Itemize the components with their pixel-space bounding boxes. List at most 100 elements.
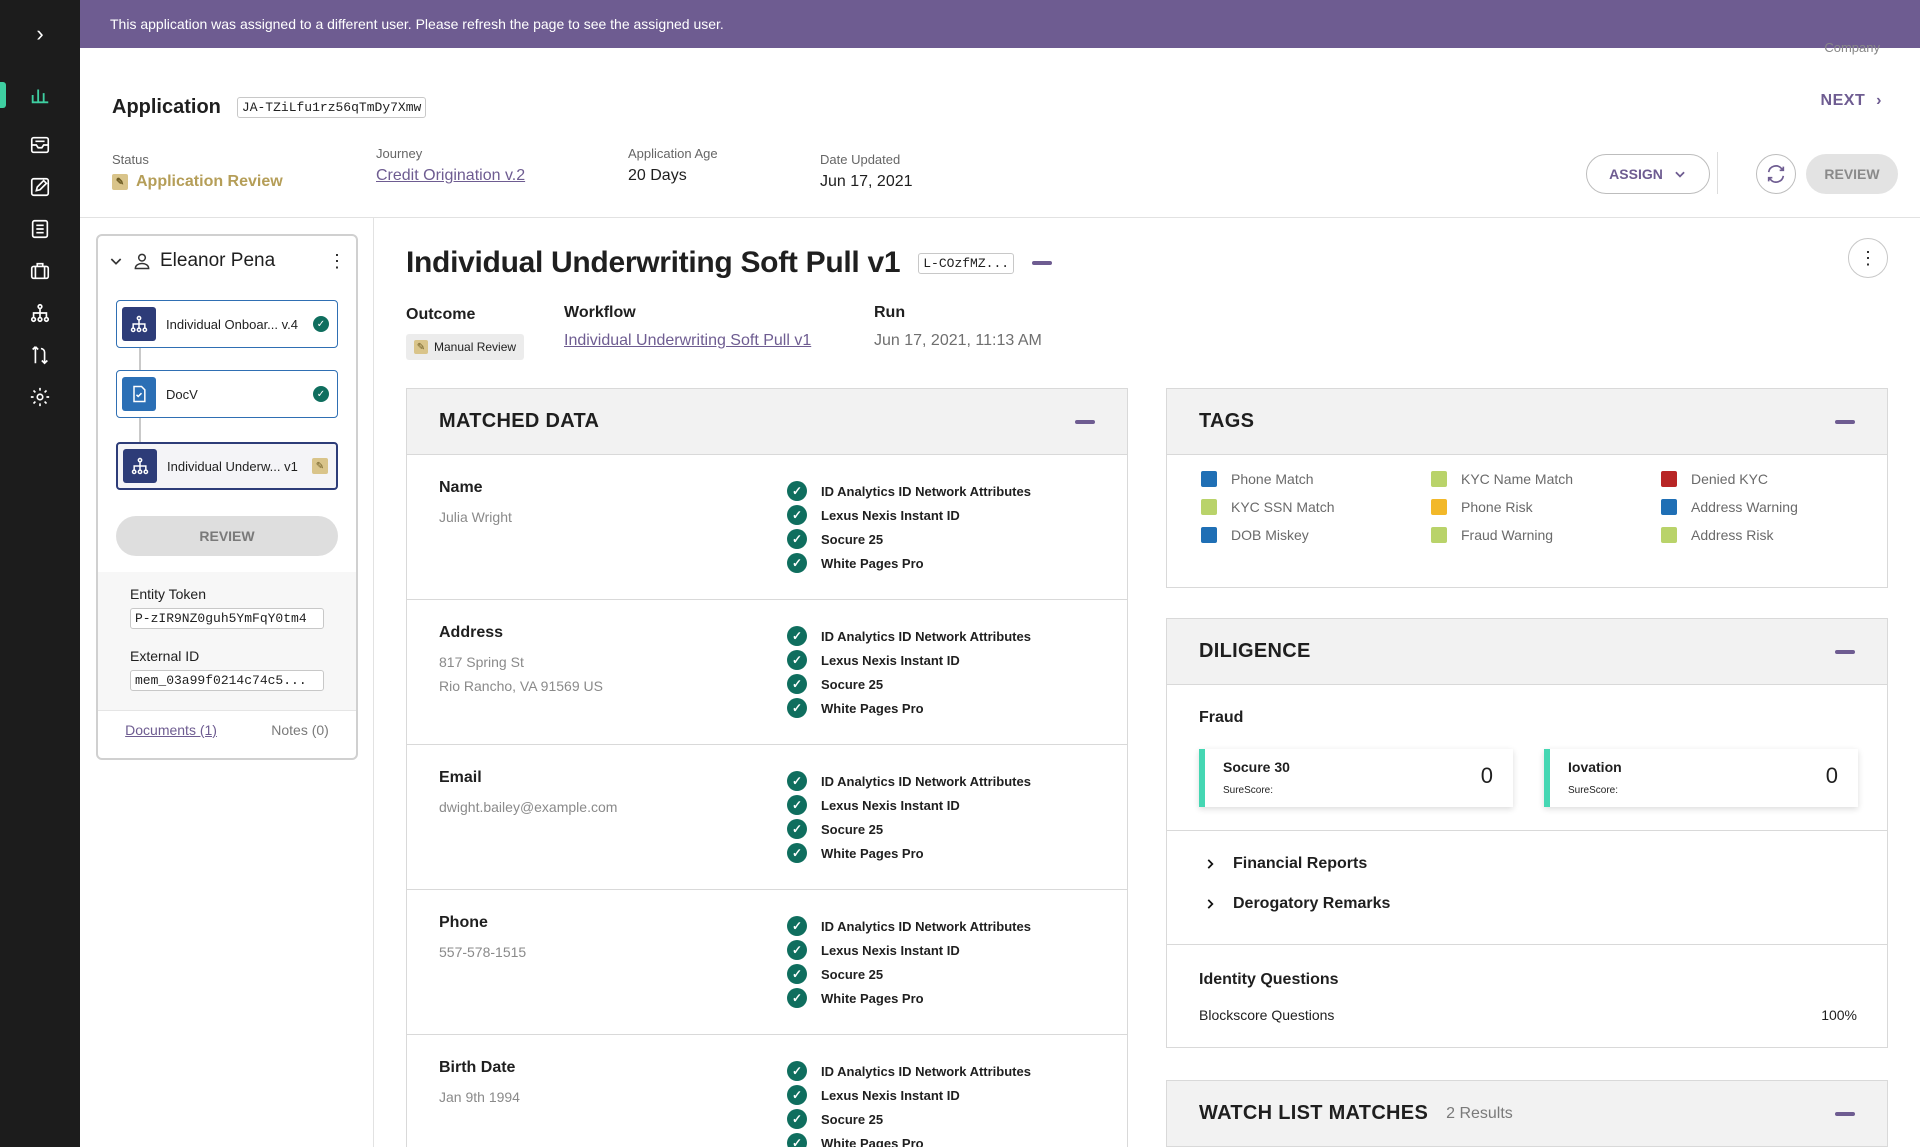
workflow-item-selected[interactable]: Individual Underw... v1 ✎ <box>116 442 338 490</box>
matched-source-label: Socure 25 <box>821 676 884 692</box>
matched-source: ✓ Lexus Nexis Instant ID <box>787 938 1031 962</box>
workflow-label: Workflow <box>564 304 636 321</box>
chevron-right-icon <box>1207 899 1214 909</box>
check-circle-icon: ✓ <box>787 529 807 549</box>
score-card: Socure 30 SureScore: 0 <box>1199 749 1513 807</box>
tag-label: KYC Name Match <box>1461 471 1574 487</box>
score-value: 0 <box>1480 763 1493 788</box>
matched-sources: ✓ ID Analytics ID Network Attributes ✓ Lexu… <box>787 479 1031 575</box>
workflow-link[interactable]: Individual Underwriting Soft Pull v1 <box>564 332 811 350</box>
run-col: Run Jun 17, 2021, 11:13 AM <box>874 304 1042 350</box>
matched-source-label: White Pages Pro <box>821 555 924 571</box>
check-circle-icon: ✓ <box>787 1133 807 1147</box>
workflow-item[interactable]: DocV ✓ <box>116 370 338 418</box>
matched-field-values: 557-578-1515 <box>439 940 526 964</box>
check-circle-icon: ✓ <box>787 843 807 863</box>
derogatory-remarks-toggle[interactable]: Derogatory Remarks <box>1203 895 1390 913</box>
collapse-icon[interactable] <box>1835 419 1855 424</box>
entity-token-label: Entity Token <box>130 586 207 602</box>
workflow-label: Individual Onboar... v.4 <box>166 316 299 332</box>
tag-label: Phone Match <box>1231 471 1314 487</box>
application-id[interactable]: JA-TZiLfu1rz56qTmDy7Xmw <box>236 97 427 118</box>
matched-source: ✓ White Pages Pro <box>787 986 1031 1010</box>
collapse-icon[interactable] <box>1032 261 1053 265</box>
matched-source-label: White Pages Pro <box>821 990 924 1006</box>
next-button[interactable]: NEXT › <box>1821 92 1882 110</box>
person-icon <box>134 253 150 270</box>
tag-item: DOB Miskey <box>1201 527 1309 543</box>
expand-nav-icon[interactable]: › <box>28 22 52 46</box>
check-circle-icon: ✓ <box>313 386 329 402</box>
external-id-label: External ID <box>130 648 200 664</box>
matched-source: ✓ Socure 25 <box>787 527 1031 551</box>
entity-identifiers: Entity Token P-zIR9NZ0guh5YmFqY0tm4 Exte… <box>98 572 356 710</box>
check-circle-icon: ✓ <box>787 698 807 718</box>
matched-source: ✓ White Pages Pro <box>787 1131 1031 1147</box>
reassignment-banner: This application was assigned to a diffe… <box>80 0 1920 48</box>
chevron-down-icon[interactable] <box>108 253 124 269</box>
tag-swatch <box>1201 471 1217 487</box>
divider <box>98 710 356 711</box>
tags-title: TAGS <box>1199 410 1255 432</box>
matched-source-label: Lexus Nexis Instant ID <box>821 1087 960 1103</box>
workflow-item[interactable]: Individual Onboar... v.4 ✓ <box>116 300 338 348</box>
matched-source: ✓ Lexus Nexis Instant ID <box>787 648 1031 672</box>
tag-swatch <box>1201 527 1217 543</box>
outcome-col: Outcome ✎ Manual Review <box>406 306 525 360</box>
review-button[interactable]: REVIEW <box>1806 154 1898 194</box>
run-label: Run <box>874 304 906 321</box>
matched-source-label: Socure 25 <box>821 821 884 837</box>
refresh-button[interactable] <box>1756 154 1796 194</box>
matched-source-label: White Pages Pro <box>821 700 924 716</box>
entity-menu-icon[interactable]: ⋮ <box>328 251 346 272</box>
tags-panel: TAGS Phone Match KYC SSN Match DOB Miskey K… <box>1166 388 1888 588</box>
watchlist-panel: WATCH LIST MATCHES 2 Results <box>1166 1080 1888 1147</box>
financial-reports-toggle[interactable]: Financial Reports <box>1203 855 1367 873</box>
matched-data-row: Phone 557-578-1515 ✓ ID Analytics ID Networ… <box>407 890 1127 1035</box>
matched-source-label: ID Analytics ID Network Attributes <box>821 628 1031 644</box>
entity-token-field: Entity Token P-zIR9NZ0guh5YmFqY0tm4 <box>130 586 324 632</box>
matched-data-row: Email dwight.bailey@example.com ✓ ID Analyt… <box>407 745 1127 890</box>
collapse-icon[interactable] <box>1835 649 1855 654</box>
matched-data-row: Name Julia Wright ✓ ID Analytics ID Network… <box>407 455 1127 600</box>
analytics-nav-item[interactable] <box>0 70 80 120</box>
check-circle-icon: ✓ <box>787 1109 807 1129</box>
sidebar-review-button[interactable]: REVIEW <box>116 516 338 556</box>
reports-section: Financial Reports Derogatory Remarks <box>1167 831 1887 945</box>
status-text: Application Review <box>136 173 283 190</box>
assign-button[interactable]: ASSIGN <box>1586 154 1710 194</box>
more-options-icon[interactable]: ⋮ <box>1848 238 1888 278</box>
document-check-icon <box>122 377 156 411</box>
tag-swatch <box>1431 499 1447 515</box>
matched-source: ✓ ID Analytics ID Network Attributes <box>787 914 1031 938</box>
updated-value: Jun 17, 2021 <box>820 173 913 190</box>
tag-item: KYC Name Match <box>1431 471 1573 487</box>
external-id-value[interactable]: mem_03a99f0214c74c5... <box>130 670 324 691</box>
identity-questions-section: Identity Questions Blockscore Questions … <box>1167 945 1887 1047</box>
outcome-value: Manual Review <box>434 340 517 354</box>
settings-nav-item[interactable] <box>0 372 80 422</box>
entity-header: Eleanor Pena ⋮ <box>108 248 346 274</box>
tags-header: TAGS <box>1167 389 1887 455</box>
workflow-title-group: Individual Underwriting Soft Pull v1 L-C… <box>406 246 1053 280</box>
tag-item: Address Risk <box>1661 527 1773 543</box>
matched-field-value: dwight.bailey@example.com <box>439 799 618 815</box>
collapse-icon[interactable] <box>1075 419 1095 424</box>
check-circle-icon: ✓ <box>787 674 807 694</box>
briefcase-icon <box>30 262 50 280</box>
check-circle-icon: ✓ <box>787 819 807 839</box>
matched-field-value: 557-578-1515 <box>439 944 527 960</box>
matched-source-label: ID Analytics ID Network Attributes <box>821 918 1031 934</box>
documents-link[interactable]: Documents (1) <box>125 722 217 738</box>
workflow-run-id[interactable]: L-COzfMZ... <box>918 252 1015 274</box>
journey-link[interactable]: Credit Origination v.2 <box>376 167 525 185</box>
check-circle-icon: ✓ <box>787 988 807 1008</box>
matched-field-values: 817 Spring St Rio Rancho, VA 91569 US <box>439 650 603 698</box>
collapse-icon[interactable] <box>1835 1111 1855 1116</box>
entity-footer-links: Documents (1) Notes (0) <box>98 722 356 738</box>
diligence-header: DILIGENCE <box>1167 619 1887 685</box>
matched-field-value: Julia Wright <box>439 509 512 525</box>
notes-link[interactable]: Notes (0) <box>271 722 329 738</box>
entity-token-value[interactable]: P-zIR9NZ0guh5YmFqY0tm4 <box>130 608 324 629</box>
matched-data-row: Birth Date Jan 9th 1994 ✓ ID Analytics ID N… <box>407 1035 1127 1147</box>
